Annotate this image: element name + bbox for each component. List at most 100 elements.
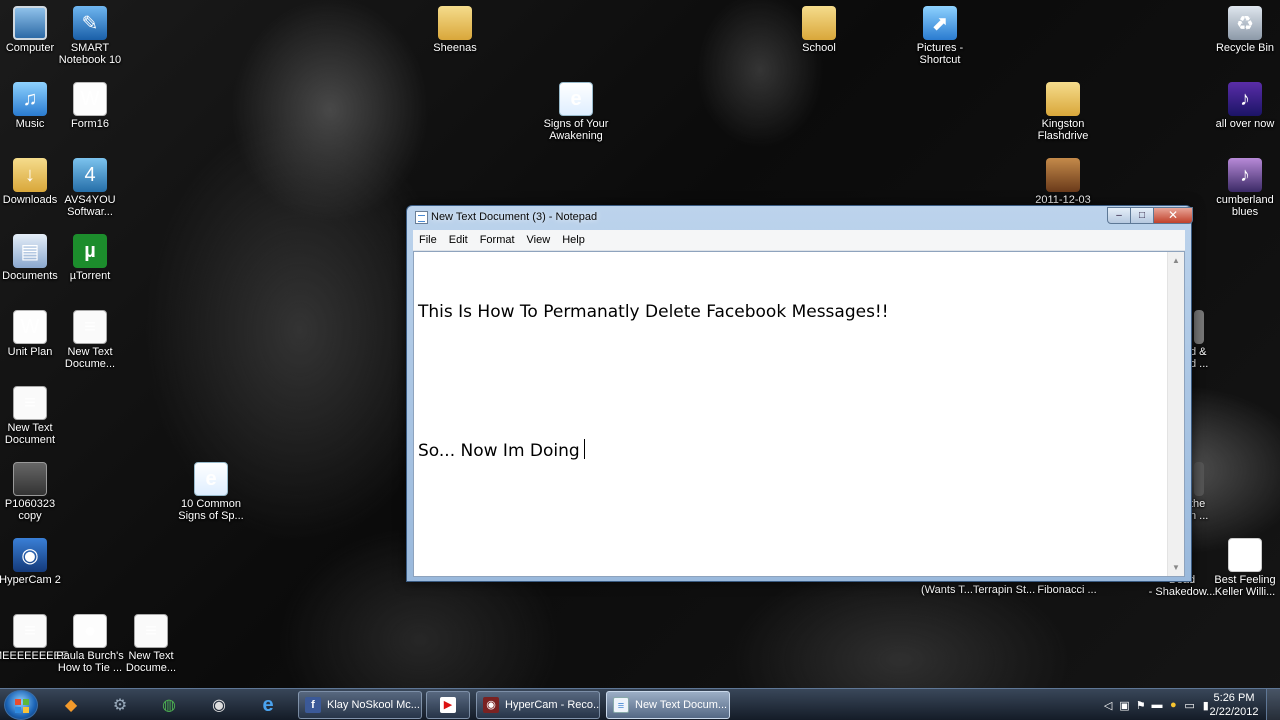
display-icon[interactable]: ▭ — [1183, 699, 1195, 712]
utorrent-icon: µ — [73, 234, 107, 268]
media-file-icon: ♪ — [1228, 158, 1262, 192]
clock-date: 2/22/2012 — [1209, 706, 1259, 718]
desktop-icon-utorrent[interactable]: µ µTorrent — [53, 234, 127, 282]
media-file-icon — [1194, 310, 1204, 344]
word-document-icon: W — [73, 82, 107, 116]
windows-logo-icon — [15, 699, 29, 713]
hypercam-icon: ◉ — [13, 538, 47, 572]
volume-icon[interactable]: ◁ — [1102, 699, 1114, 712]
internet-explorer-icon: e — [194, 462, 228, 496]
clock[interactable]: 5:26 PM 2/22/2012 — [1206, 691, 1262, 719]
scroll-down-icon[interactable]: ▼ — [1168, 559, 1184, 576]
desktop-icon-best-feeling[interactable]: ▶ Best Feeling Keller Willi... — [1208, 538, 1280, 598]
menu-help[interactable]: Help — [556, 230, 591, 251]
minimize-icon: – — [1116, 210, 1122, 221]
word-document-icon: W — [13, 310, 47, 344]
text-line: So... Now Im Doing — [418, 439, 1166, 463]
desktop-icon-terrapin[interactable]: Terrapin St... — [972, 584, 1036, 596]
taskbar-pin-media-player[interactable]: ◆ — [50, 692, 92, 718]
menu-bar: File Edit Format View Help — [413, 230, 1185, 251]
text-line-content: So... Now Im Doing — [418, 441, 580, 461]
desktop-icon-new-text-3[interactable]: ≡ New Text Docume... — [114, 614, 188, 674]
taskbar-pin-internet-explorer[interactable]: e — [247, 692, 289, 718]
minimize-button[interactable]: – — [1107, 207, 1131, 224]
desktop-icon-kingston-flashdrive[interactable]: Kingston Flashdrive — [1026, 82, 1100, 142]
text-document-icon: ≡ — [13, 386, 47, 420]
settings-icon: ⚙ — [112, 697, 128, 714]
desktop-icon-cumberland-blues[interactable]: ♪ cumberland blues — [1208, 158, 1280, 218]
network-icon[interactable]: ▣ — [1118, 699, 1130, 712]
media-file-icon: ♪ — [1228, 82, 1262, 116]
text-document-icon: ≡ — [13, 614, 47, 648]
desktop-icon-p1060323[interactable]: P1060323 copy — [0, 462, 67, 522]
menu-edit[interactable]: Edit — [443, 230, 474, 251]
media-player-icon: ◆ — [64, 697, 78, 714]
youtube-icon: ▶ — [1228, 538, 1262, 572]
task-label: New Text Docum... — [635, 699, 728, 711]
task-label: HyperCam - Reco... — [505, 699, 600, 711]
desktop-icon-new-text-1[interactable]: ≡ New Text Docume... — [53, 310, 127, 370]
menu-format[interactable]: Format — [474, 230, 521, 251]
desktop-icon-2011-12-03[interactable]: 2011-12-03 — [1026, 158, 1100, 206]
internet-explorer-icon: e — [262, 693, 274, 716]
text-document-icon: ≡ — [73, 310, 107, 344]
task-label: Klay NoSkool Mc... — [327, 699, 420, 711]
taskbar-pin-camera[interactable]: ◉ — [198, 692, 240, 718]
web-page-icon: ● — [73, 614, 107, 648]
computer-icon — [13, 6, 47, 40]
desktop-icon-form16[interactable]: W Form16 — [53, 82, 127, 130]
chrome-icon: ◍ — [162, 697, 176, 714]
notification-icon[interactable]: ● — [1167, 699, 1179, 711]
desktop-icon-school[interactable]: School — [782, 6, 856, 54]
taskbar-task-facebook[interactable]: f Klay NoSkool Mc... — [298, 691, 422, 719]
show-desktop-button[interactable] — [1266, 689, 1280, 720]
folder-icon — [1046, 158, 1080, 192]
youtube-icon: ▶ — [440, 697, 456, 713]
desktop-icon-signs-awakening[interactable]: e Signs of Your Awakening — [539, 82, 613, 142]
desktop-icon-10-common-signs[interactable]: e 10 Common Signs of Sp... — [174, 462, 248, 522]
downloads-folder-icon: ↓ — [13, 158, 47, 192]
taskbar-task-youtube[interactable]: ▶ — [426, 691, 470, 719]
taskbar-pin-settings[interactable]: ⚙ — [99, 692, 141, 718]
desktop-icon-hypercam[interactable]: ◉ HyperCam 2 — [0, 538, 67, 586]
power-icon[interactable]: ▬ — [1151, 699, 1163, 711]
desktop-icon-fibonacci[interactable]: Fibonacci ... — [1034, 584, 1100, 596]
notepad-icon — [415, 211, 428, 224]
desktop-icon-recycle-bin[interactable]: ♻ Recycle Bin — [1208, 6, 1280, 54]
desktop-icon-sheenas[interactable]: Sheenas — [418, 6, 492, 54]
vertical-scrollbar[interactable]: ▲ ▼ — [1167, 252, 1184, 576]
desktop-icon-pictures-shortcut[interactable]: ⬈ Pictures - Shortcut — [903, 6, 977, 66]
taskbar-pin-chrome[interactable]: ◍ — [148, 692, 190, 718]
desktop-icon-wants[interactable]: (Wants T... — [917, 584, 977, 596]
pictures-shortcut-icon: ⬈ — [923, 6, 957, 40]
menu-view[interactable]: View — [521, 230, 557, 251]
desktop-icon-new-text-2[interactable]: ≡ New Text Document — [0, 386, 67, 446]
taskbar-task-hypercam[interactable]: ◉ HyperCam - Reco... — [476, 691, 600, 719]
notepad-window[interactable]: New Text Document (3) - Notepad – □ ✕ Fi… — [406, 205, 1193, 582]
start-button[interactable] — [4, 690, 38, 720]
menu-file[interactable]: File — [413, 230, 443, 251]
close-icon: ✕ — [1167, 208, 1179, 222]
taskbar-task-notepad[interactable]: ≡ New Text Docum... — [606, 691, 730, 719]
scroll-up-icon[interactable]: ▲ — [1168, 252, 1184, 269]
maximize-button[interactable]: □ — [1130, 207, 1154, 224]
close-button[interactable]: ✕ — [1153, 207, 1193, 224]
notepad-icon: ≡ — [613, 697, 629, 713]
hypercam-icon: ◉ — [483, 697, 499, 713]
facebook-icon: f — [305, 697, 321, 713]
title-bar[interactable]: New Text Document (3) - Notepad – □ ✕ — [407, 206, 1193, 230]
documents-icon: ▤ — [13, 234, 47, 268]
text-caret — [583, 439, 585, 459]
desktop-icon-all-over-now[interactable]: ♪ all over now — [1208, 82, 1280, 130]
recycle-bin-icon: ♻ — [1228, 6, 1262, 40]
folder-icon — [438, 6, 472, 40]
internet-explorer-icon: e — [559, 82, 593, 116]
desktop-icon-avs4you[interactable]: 4 AVS4YOU Softwar... — [53, 158, 127, 218]
text-editor[interactable]: This Is How To Permanatly Delete Faceboo… — [413, 251, 1185, 577]
flag-icon[interactable]: ⚑ — [1135, 699, 1147, 712]
avs4you-icon: 4 — [73, 158, 107, 192]
folder-icon — [1046, 82, 1080, 116]
smart-notebook-icon: ✎ — [73, 6, 107, 40]
desktop-icon-smart-notebook[interactable]: ✎ SMART Notebook 10 — [53, 6, 127, 66]
text-content[interactable]: This Is How To Permanatly Delete Faceboo… — [418, 255, 1166, 575]
